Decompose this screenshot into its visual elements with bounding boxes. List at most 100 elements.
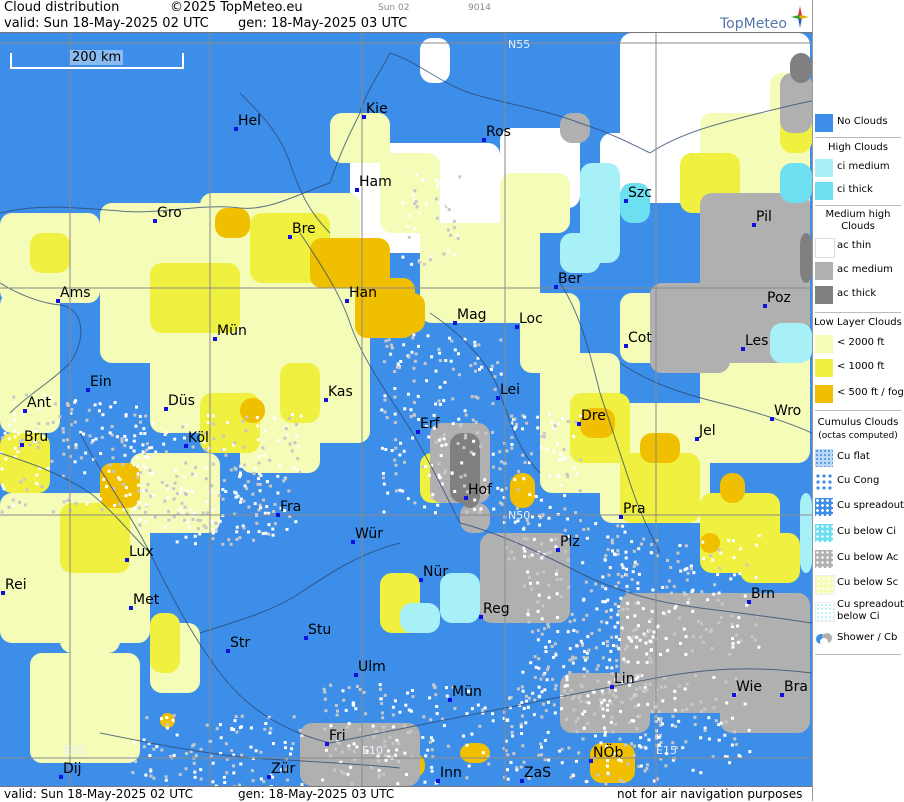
cumulus-dot xyxy=(739,547,742,550)
city-label: Köl xyxy=(188,430,209,446)
cumulus-dot xyxy=(109,405,112,408)
cumulus-dot xyxy=(194,776,197,779)
cumulus-dot xyxy=(498,450,501,453)
cumulus-dot xyxy=(125,439,128,442)
cumulus-dot xyxy=(649,618,652,621)
cloud-map[interactable]: 200 km N55 N50 E05 E10 E15 HelKieRosHamS… xyxy=(0,33,812,786)
cumulus-dot xyxy=(537,667,540,670)
cumulus-dot xyxy=(384,694,387,697)
cumulus-dot xyxy=(603,699,606,702)
cumulus-dot xyxy=(640,543,643,546)
city-marker-icon xyxy=(436,779,440,783)
cumulus-dot xyxy=(16,450,19,453)
cumulus-dot xyxy=(411,351,414,354)
city-label: Str xyxy=(230,635,250,651)
cumulus-dot xyxy=(166,487,169,490)
cumulus-dot xyxy=(496,361,499,364)
cumulus-dot xyxy=(441,483,444,486)
cumulus-dot xyxy=(571,658,574,661)
cumulus-dot xyxy=(138,501,141,504)
legend-low-2000: < 2000 ft xyxy=(813,333,903,355)
shower-cloud-icon xyxy=(815,630,833,648)
cloud-patch xyxy=(30,653,140,763)
cumulus-dot xyxy=(133,507,136,510)
city-label: Pil xyxy=(756,209,772,225)
cumulus-dot xyxy=(579,458,582,461)
cumulus-dot xyxy=(640,765,643,768)
cumulus-dot xyxy=(379,688,382,691)
cumulus-dot xyxy=(262,532,265,535)
legend-label-cu-spread-ci-1: Cu spreadout xyxy=(837,599,904,610)
cumulus-dot xyxy=(212,422,215,425)
cumulus-dot xyxy=(439,359,442,362)
cumulus-dot xyxy=(644,683,647,686)
border-line xyxy=(200,543,400,633)
legend-swatch-cu-spread xyxy=(815,498,833,516)
cumulus-dot xyxy=(668,580,671,583)
cumulus-dot xyxy=(215,529,218,532)
cumulus-dot xyxy=(52,510,55,513)
cumulus-dot xyxy=(133,434,136,437)
cumulus-dot xyxy=(453,254,456,257)
cumulus-dot xyxy=(193,743,196,746)
city-marker-icon xyxy=(453,321,457,325)
cumulus-dot xyxy=(230,749,233,752)
cloud-patch xyxy=(780,163,812,203)
cumulus-dot xyxy=(552,450,555,453)
cumulus-dot xyxy=(644,747,647,750)
cumulus-dot xyxy=(111,425,114,428)
cumulus-dot xyxy=(547,584,550,587)
cumulus-dot xyxy=(566,684,569,687)
cumulus-dot xyxy=(394,754,397,757)
cumulus-dot xyxy=(151,472,154,475)
cumulus-dot xyxy=(573,619,576,622)
cumulus-dot xyxy=(453,226,456,229)
cumulus-dot xyxy=(618,779,621,782)
cumulus-dot xyxy=(80,456,83,459)
cumulus-dot xyxy=(212,414,215,417)
cumulus-dot xyxy=(678,544,681,547)
cumulus-dot xyxy=(203,524,206,527)
cumulus-dot xyxy=(393,459,396,462)
legend-divider xyxy=(815,410,901,411)
cumulus-dot xyxy=(205,448,208,451)
cumulus-dot xyxy=(447,249,450,252)
city-marker-icon xyxy=(226,649,230,653)
cumulus-dot xyxy=(601,600,604,603)
cumulus-dot xyxy=(594,734,597,737)
cumulus-dot xyxy=(66,402,69,405)
cumulus-dot xyxy=(345,709,348,712)
cumulus-dot xyxy=(492,402,495,405)
cumulus-dot xyxy=(173,714,176,717)
legend-swatch-ci-thick xyxy=(815,182,833,200)
legend-swatch-cu-below-sc xyxy=(815,575,835,595)
cumulus-dot xyxy=(213,437,216,440)
legend-shower: Shower / Cb xyxy=(813,628,903,650)
cumulus-dot xyxy=(75,502,78,505)
cumulus-dot xyxy=(650,661,653,664)
cumulus-dot xyxy=(614,689,617,692)
cumulus-dot xyxy=(609,650,612,653)
cumulus-dot xyxy=(658,736,661,739)
cumulus-dot xyxy=(614,553,617,556)
cumulus-dot xyxy=(430,255,433,258)
cumulus-dot xyxy=(333,768,336,771)
cumulus-dot xyxy=(740,639,743,642)
cumulus-dot xyxy=(262,499,265,502)
cumulus-dot xyxy=(543,688,546,691)
cumulus-dot xyxy=(520,766,523,769)
cumulus-dot xyxy=(560,707,563,710)
cumulus-dot xyxy=(525,700,528,703)
cumulus-dot xyxy=(626,762,629,765)
cumulus-dot xyxy=(565,718,568,721)
cumulus-dot xyxy=(423,505,426,508)
cumulus-dot xyxy=(324,709,327,712)
cumulus-dot xyxy=(459,424,462,427)
cumulus-dot xyxy=(404,704,407,707)
cumulus-dot xyxy=(283,437,286,440)
cumulus-dot xyxy=(145,716,148,719)
topmeteo-logo[interactable]: TopMeteo xyxy=(720,4,808,32)
cumulus-dot xyxy=(267,512,270,515)
city-label: Kas xyxy=(328,384,353,400)
cumulus-dot xyxy=(381,712,384,715)
